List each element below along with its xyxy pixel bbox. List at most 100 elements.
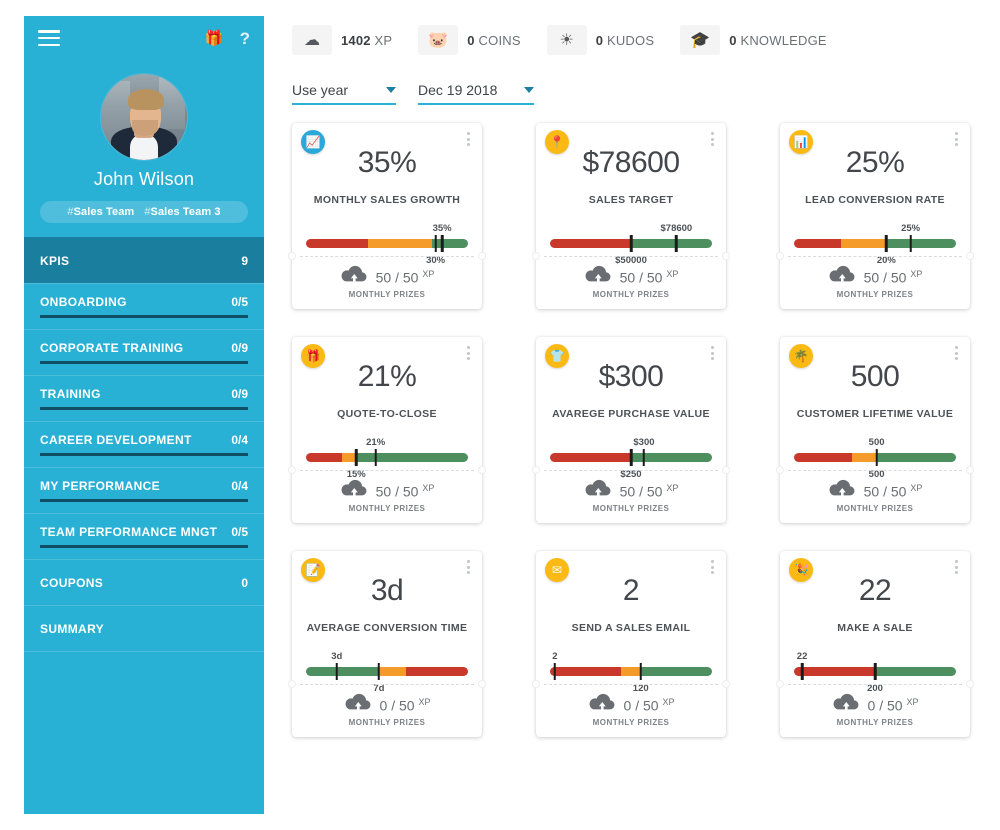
card-gauge: $300 $250: [550, 436, 712, 480]
gauge-segment: [306, 666, 379, 676]
card-footer: 50 / 50 XP MONTHLY PRIZES: [532, 466, 730, 523]
card-header: 🌴: [780, 337, 970, 368]
sidebar-item-onboarding[interactable]: ONBOARDING 0/5: [24, 283, 264, 329]
chart-growth-icon: 📈: [301, 130, 325, 154]
card-value: 3d: [370, 573, 404, 607]
gauge-bar: [306, 666, 468, 676]
card-menu-icon[interactable]: [711, 346, 714, 360]
gauge-marker: [335, 662, 339, 680]
kpi-card[interactable]: 🌴 500 CUSTOMER LIFETIME VALUE 500 500 50 / 50…: [776, 337, 974, 523]
team-badges: #Sales Team #Sales Team 3: [40, 201, 248, 223]
hamburger-icon[interactable]: [38, 30, 60, 46]
card-notch-right: [722, 680, 730, 688]
sidebar-item-progress: [40, 315, 248, 318]
sidebar-item-label: ONBOARDING: [40, 295, 127, 309]
card-xp-value: 50 / 50: [619, 483, 663, 500]
card-menu-icon[interactable]: [955, 132, 958, 146]
stat-coins[interactable]: 🐷 0 COINS: [418, 25, 521, 55]
card-notch-left: [776, 252, 784, 260]
cloud-upload-icon: [828, 265, 856, 289]
sidebar-item-career-development[interactable]: CAREER DEVELOPMENT 0/4: [24, 421, 264, 467]
gauge-current-label: 25%: [901, 222, 921, 234]
card-menu-icon[interactable]: [711, 560, 714, 574]
gauge-segment: [378, 666, 407, 676]
card-title: SEND A SALES EMAIL: [571, 621, 691, 634]
kpi-card[interactable]: 🎁 21% QUOTE-TO-CLOSE 21% 15% 50 / 50 XP MONTHL…: [288, 337, 486, 523]
kpi-card[interactable]: ✉ 2 SEND A SALES EMAIL 2 120 0 / 50 XP MONTHLY…: [532, 551, 730, 737]
card-value: $78600: [582, 145, 680, 179]
kpi-card[interactable]: 📍 $78600 SALES TARGET $78600 $50000 50 / 50 X…: [532, 123, 730, 309]
kpi-card[interactable]: 📈 35% MONTHLY SALES GROWTH 35% 30% 50 / 50 XP…: [288, 123, 486, 309]
card-xp-value: 50 / 50: [863, 269, 907, 286]
gift-box-icon: 🎁: [301, 344, 325, 368]
gauge-marker: [800, 662, 804, 680]
stat-unit: COINS: [478, 32, 521, 48]
sidebar-item-my-performance[interactable]: MY PERFORMANCE 0/4: [24, 467, 264, 513]
kpi-card[interactable]: 📊 25% LEAD CONVERSION RATE 25% 20% 50 / 50 XP…: [776, 123, 974, 309]
sidebar-item-training[interactable]: TRAINING 0/9: [24, 375, 264, 421]
gauge-marker: [639, 662, 642, 680]
team-badge[interactable]: #Sales Team 3: [144, 206, 220, 218]
sidebar-item-kpis[interactable]: KPIS 9: [24, 237, 264, 283]
sidebar-item-team-performance-mngt[interactable]: TEAM PERFORMANCE MNGT 0/5: [24, 513, 264, 559]
card-menu-icon[interactable]: [467, 346, 470, 360]
cloud-upload-icon: [344, 693, 372, 717]
card-xp: 50 / 50 XP: [376, 483, 435, 500]
stat-unit: KNOWLEDGE: [740, 32, 827, 48]
card-xp: 50 / 50 XP: [620, 269, 679, 286]
stat-knowledge[interactable]: 🎓 0 KNOWLEDGE: [680, 25, 827, 55]
sidebar-item-label: SUMMARY: [40, 621, 105, 636]
bar-chart-icon: 📊: [789, 130, 813, 154]
card-title: AVERAGE CONVERSION TIME: [306, 621, 468, 634]
card-divider: [544, 470, 718, 471]
card-xp-unit: XP: [418, 696, 431, 707]
gauge-marker: [873, 662, 877, 680]
card-footer: 0 / 50 XP MONTHLY PRIZES: [776, 680, 974, 737]
card-gauge: 35% 30%: [306, 223, 468, 266]
question-mark-icon[interactable]: ?: [240, 30, 250, 47]
card-menu-icon[interactable]: [467, 132, 470, 146]
avatar[interactable]: [101, 74, 187, 160]
gauge-segment: [640, 666, 712, 676]
kpi-card[interactable]: 👕 $300 AVAREGE PURCHASE VALUE $300 $250 50 / …: [532, 337, 730, 523]
card-notch-right: [478, 466, 486, 474]
gauge-marker: [885, 234, 888, 252]
gauge-segment: [550, 666, 622, 676]
card-title: QUOTE-TO-CLOSE: [337, 407, 437, 420]
card-xp: 50 / 50 XP: [864, 269, 923, 286]
card-xp-unit: XP: [906, 696, 919, 707]
sidebar-item-corporate-training[interactable]: CORPORATE TRAINING 0/9: [24, 329, 264, 375]
cloud-upload-icon: [584, 265, 612, 289]
card-menu-icon[interactable]: [955, 346, 958, 360]
stat-xp[interactable]: ☁ 1402 XP: [292, 25, 392, 55]
gauge-segment: [367, 238, 433, 248]
gift-icon[interactable]: 🎁: [205, 31, 224, 46]
kpi-card[interactable]: 📝 3d AVERAGE CONVERSION TIME 3d 7d 0 / 50 XP M…: [288, 551, 486, 737]
gauge-segment: [406, 666, 468, 676]
sidebar-item-label: MY PERFORMANCE: [40, 479, 161, 493]
cloud-upload-icon: [828, 479, 856, 503]
sidebar-item-coupons[interactable]: COUPONS 0: [24, 559, 264, 605]
gauge-marker: [629, 448, 633, 466]
card-menu-icon[interactable]: [955, 560, 958, 574]
stat-value: 0: [595, 32, 604, 48]
gauge-current-label: 3d: [331, 650, 343, 662]
sidebar-item-summary[interactable]: SUMMARY: [24, 605, 264, 651]
stat-text: 0 KNOWLEDGE: [729, 33, 827, 48]
team-badge[interactable]: #Sales Team: [67, 206, 134, 218]
gauge-segment: [631, 238, 712, 248]
date-select[interactable]: Dec 19 2018: [418, 82, 534, 105]
card-foot-label: MONTHLY PRIZES: [592, 290, 670, 299]
gauge-segment: [852, 452, 877, 462]
period-select[interactable]: Use year: [292, 82, 396, 105]
card-menu-icon[interactable]: [467, 560, 470, 574]
card-menu-icon[interactable]: [711, 132, 714, 146]
stat-kudos[interactable]: ☀ 0 KUDOS: [546, 25, 654, 55]
gauge-current-label: $300: [633, 436, 655, 448]
card-gauge: 22 200: [794, 651, 956, 694]
card-xp-value: 50 / 50: [375, 269, 419, 286]
gauge-segment: [886, 238, 956, 248]
card-title: AVAREGE PURCHASE VALUE: [552, 407, 710, 420]
card-footer: 50 / 50 XP MONTHLY PRIZES: [288, 466, 486, 523]
kpi-card[interactable]: 🎉 22 MAKE A SALE 22 200 0 / 50 XP MONTHLY PRIZ…: [776, 551, 974, 737]
